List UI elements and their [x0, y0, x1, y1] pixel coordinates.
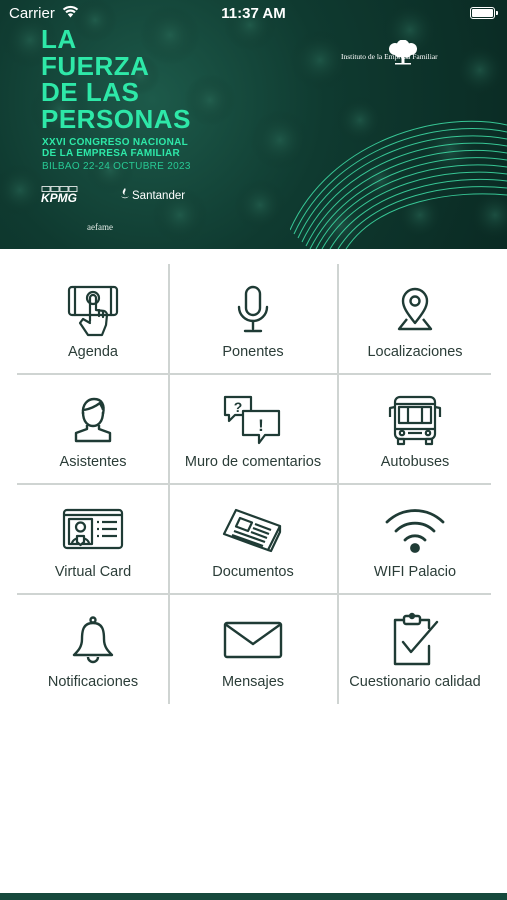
bus-icon	[388, 395, 442, 446]
congress-line-1: XXVI CONGRESO NACIONAL	[42, 137, 189, 148]
newspaper-icon	[222, 508, 282, 553]
aefame-logo: aefame	[87, 222, 113, 232]
clipboard-check-icon	[393, 612, 439, 666]
bell-icon	[72, 616, 114, 664]
institute-logo: Instituto de la Empresa Familiar	[341, 40, 438, 65]
menu-item-notificaciones[interactable]: Notificaciones	[17, 594, 169, 704]
wifi-icon	[385, 509, 445, 553]
svg-text:!: !	[258, 416, 264, 435]
envelope-icon	[223, 621, 283, 659]
hand-touch-screen-icon	[67, 285, 119, 337]
menu-grid: Agenda Ponentes Localizaciones Asistente…	[17, 264, 491, 704]
menu-item-agenda[interactable]: Agenda	[17, 264, 169, 374]
svg-text:?: ?	[234, 399, 243, 415]
menu-item-localizaciones[interactable]: Localizaciones	[339, 264, 491, 374]
event-dates: BILBAO 22-24 OCTUBRE 2023	[42, 161, 191, 172]
menu-item-label: WIFI Palacio	[373, 564, 457, 580]
menu-item-documentos[interactable]: Documentos	[177, 484, 329, 594]
id-card-icon	[62, 508, 124, 550]
menu-item-wifi-palacio[interactable]: WIFI Palacio	[339, 484, 491, 594]
map-pin-icon	[397, 287, 433, 331]
microphone-icon	[237, 285, 269, 333]
menu-item-asistentes[interactable]: Asistentes	[17, 374, 169, 484]
status-time: 11:37 AM	[221, 5, 286, 22]
menu-item-label: Documentos	[212, 564, 294, 580]
menu-item-cuestionario-calidad[interactable]: Cuestionario calidad	[339, 594, 491, 704]
santander-logo: Santander	[120, 188, 185, 202]
santander-label: Santander	[132, 190, 186, 202]
kpmg-logo: KPMG	[41, 191, 77, 205]
event-headline: LA FUERZA DE LAS PERSONAS	[41, 26, 191, 132]
menu-item-label: Mensajes	[221, 674, 285, 690]
speech-bubbles-icon: ? !	[223, 395, 281, 445]
tree-icon	[389, 40, 417, 65]
headline-line-1: LA	[41, 24, 77, 54]
menu-item-ponentes[interactable]: Ponentes	[177, 264, 329, 374]
congress-line-2: DE LA EMPRESA FAMILIAR	[42, 148, 181, 159]
menu-item-label: Ponentes	[222, 344, 284, 360]
headline-line-3: DE LAS	[41, 77, 140, 107]
menu-item-muro-de-comentarios[interactable]: ? ! Muro de comentarios	[177, 374, 329, 484]
event-banner: Carrier 11:37 AM LA FUERZA DE LAS PERSON…	[0, 0, 507, 249]
santander-flame-icon	[121, 188, 129, 199]
menu-item-label: Notificaciones	[47, 674, 139, 690]
congress-subtitle: XXVI CONGRESO NACIONAL DE LA EMPRESA FAM…	[42, 137, 191, 172]
menu-item-label: Muro de comentarios	[184, 454, 322, 470]
bottom-bar	[0, 893, 507, 900]
menu-item-label: Autobuses	[380, 454, 450, 470]
menu-item-mensajes[interactable]: Mensajes	[177, 594, 329, 704]
menu-item-label: Localizaciones	[367, 344, 463, 360]
menu-item-virtual-card[interactable]: Virtual Card	[17, 484, 169, 594]
menu-item-autobuses[interactable]: Autobuses	[339, 374, 491, 484]
green-swirl-graphic	[290, 120, 507, 249]
person-icon	[74, 397, 112, 443]
menu-item-label: Cuestionario calidad	[349, 674, 481, 690]
battery-icon	[470, 7, 498, 19]
menu-item-label: Agenda	[68, 344, 118, 360]
menu-item-label: Virtual Card	[54, 564, 132, 580]
menu-item-label: Asistentes	[59, 454, 127, 470]
headline-line-2: FUERZA	[41, 50, 150, 81]
headline-line-4: PERSONAS	[41, 103, 191, 134]
